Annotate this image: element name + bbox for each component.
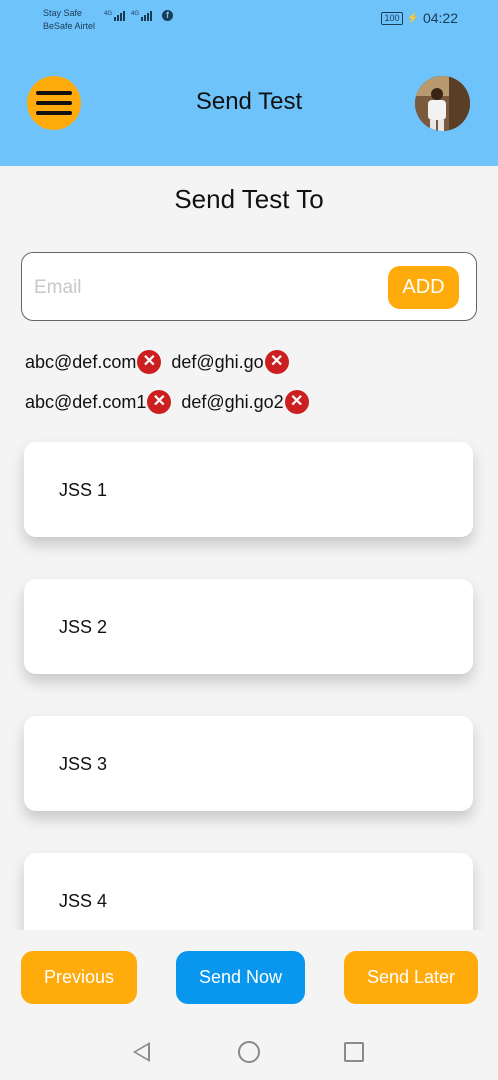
remove-circle-icon[interactable]: ✕: [147, 390, 172, 414]
email-chip: abc@def.com1 ✕: [25, 390, 172, 414]
test-card-jss-3[interactable]: JSS 3: [24, 716, 473, 811]
add-email-button[interactable]: ADD: [388, 266, 459, 309]
signal-label: 4G: [131, 11, 140, 17]
battery-icon: 100: [381, 11, 403, 25]
profile-avatar[interactable]: [415, 76, 470, 131]
home-icon[interactable]: [238, 1041, 260, 1063]
send-now-button[interactable]: Send Now: [176, 951, 305, 1004]
charging-icon: ⚡: [406, 12, 419, 24]
signal-icon: 4G: [131, 11, 153, 21]
send-later-button[interactable]: Send Later: [344, 951, 478, 1004]
test-card-jss-2[interactable]: JSS 2: [24, 579, 473, 674]
test-card-label: JSS 1: [59, 480, 108, 500]
status-right: 100 ⚡ 04:22: [381, 10, 458, 26]
carrier-line-1: Stay Safe: [43, 8, 83, 18]
email-chip: def@ghi.go2 ✕: [181, 390, 309, 414]
email-chip-label: abc@def.com: [25, 351, 137, 372]
signal-icon: 4G: [104, 11, 126, 21]
email-chip-row: abc@def.com1 ✕ def@ghi.go2 ✕: [25, 388, 485, 416]
previous-button[interactable]: Previous: [21, 951, 137, 1004]
email-chip: def@ghi.go ✕: [171, 350, 289, 374]
email-chip-list: abc@def.com ✕ def@ghi.go ✕ abc@def.com1 …: [25, 348, 485, 428]
test-card-label: JSS 3: [59, 754, 108, 774]
email-chip-label: abc@def.com1: [25, 391, 147, 412]
back-icon[interactable]: [133, 1042, 150, 1062]
email-chip-row: abc@def.com ✕ def@ghi.go ✕: [25, 348, 485, 376]
test-card-jss-1[interactable]: JSS 1: [24, 442, 473, 537]
email-chip-label: def@ghi.go: [171, 351, 264, 372]
email-chip-label: def@ghi.go2: [181, 391, 284, 412]
status-carrier: Stay Safe BeSafe Airtel: [43, 7, 95, 33]
signal-label: 4G: [104, 11, 113, 17]
remove-circle-icon[interactable]: ✕: [137, 350, 162, 374]
test-card-label: JSS 2: [59, 617, 108, 637]
test-card-label: JSS 4: [59, 891, 108, 911]
recent-apps-icon[interactable]: [344, 1042, 364, 1062]
email-field-container: ADD: [21, 252, 477, 321]
email-chip: abc@def.com ✕: [25, 350, 162, 374]
status-signals: 4G 4G f: [104, 10, 174, 21]
facebook-icon: f: [162, 10, 174, 21]
status-time: 04:22: [422, 10, 458, 26]
email-input[interactable]: [34, 273, 374, 303]
carrier-line-2: BeSafe Airtel: [43, 21, 96, 31]
remove-circle-icon[interactable]: ✕: [284, 390, 309, 414]
top-app-bar: Stay Safe BeSafe Airtel 4G 4G f 100 ⚡ 04…: [0, 0, 498, 166]
remove-circle-icon[interactable]: ✕: [264, 350, 289, 374]
section-title: Send Test To: [174, 184, 324, 214]
